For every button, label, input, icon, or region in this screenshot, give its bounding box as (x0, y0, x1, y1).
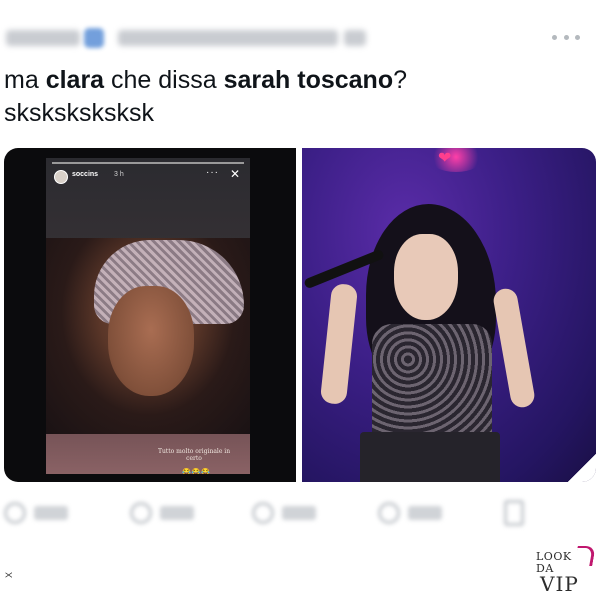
tweet-text-bold-sarah-toscano: sarah toscano (223, 66, 394, 94)
tweet-text-line1: ma clara che dissa sarah toscano? (4, 64, 564, 97)
sparkling-heart-icon: ❤ (438, 150, 452, 167)
retweet-icon (130, 502, 152, 524)
skirt (360, 432, 500, 482)
singer-face (394, 234, 458, 320)
story-close-icon: ✕ (230, 167, 241, 181)
story-caption: Tutto molto originale in certo (157, 448, 231, 462)
singer-arm-left (319, 282, 359, 406)
face (108, 286, 194, 396)
tweet-text-bold-clara: clara (45, 66, 105, 94)
tweet-text: ma clara che dissa sarah toscano? sksksk… (4, 64, 564, 130)
media-image-story-screenshot[interactable]: soccins 3 h ··· ✕ Tutto molto originale … (4, 148, 296, 482)
blurred-extra (344, 30, 366, 46)
lookdavip-logo: LOOK DA VIP (536, 546, 596, 596)
stiletto-heel-icon (574, 546, 596, 566)
blurred-handle[interactable] (118, 30, 338, 46)
like-button[interactable] (252, 500, 316, 526)
blurred-like-count (282, 506, 316, 520)
blurred-reply-count (34, 506, 68, 520)
reply-button[interactable] (4, 500, 68, 526)
bookmark-icon[interactable] (504, 500, 524, 526)
page-fold-corner (568, 454, 596, 482)
instagram-story: soccins 3 h ··· ✕ Tutto molto originale … (46, 158, 250, 474)
stage-light (428, 148, 484, 172)
x-logo-icon: X (4, 571, 14, 578)
story-time: 3 h (114, 171, 124, 178)
blurred-view-count (408, 506, 442, 520)
retweet-button[interactable] (130, 500, 194, 526)
story-avatar (54, 170, 68, 184)
logo-line3: VIP (540, 572, 579, 596)
tweet-text-segment: ma (4, 66, 46, 94)
tweet-text-segment: ? (393, 66, 408, 94)
more-horizontal-icon[interactable] (552, 32, 580, 42)
story-progress-bar (52, 162, 244, 164)
blurred-display-name[interactable] (6, 30, 80, 46)
heart-icon (252, 502, 274, 524)
tweet-text-segment: che dissa (104, 66, 224, 94)
story-emoji: 😂😂😂 (182, 469, 212, 474)
verified-badge-icon (84, 28, 104, 48)
tweet-card: ma clara che dissa sarah toscano? sksksk… (0, 0, 600, 600)
views-icon (378, 502, 400, 524)
tweet-actions-bar (0, 496, 600, 530)
blurred-retweet-count (160, 506, 194, 520)
views-button[interactable] (378, 500, 442, 526)
reply-icon (4, 502, 26, 524)
story-more-icon: ··· (206, 167, 219, 178)
tweet-text-line2: sksksksksksk (4, 99, 154, 127)
media-image-singer-on-stage[interactable]: ❤ (302, 148, 596, 482)
story-username: soccins (72, 171, 99, 178)
tweet-header (0, 22, 600, 62)
tweet-media[interactable]: soccins 3 h ··· ✕ Tutto molto originale … (4, 148, 596, 482)
singer-arm-right (491, 286, 537, 410)
leopard-corset (372, 324, 492, 442)
